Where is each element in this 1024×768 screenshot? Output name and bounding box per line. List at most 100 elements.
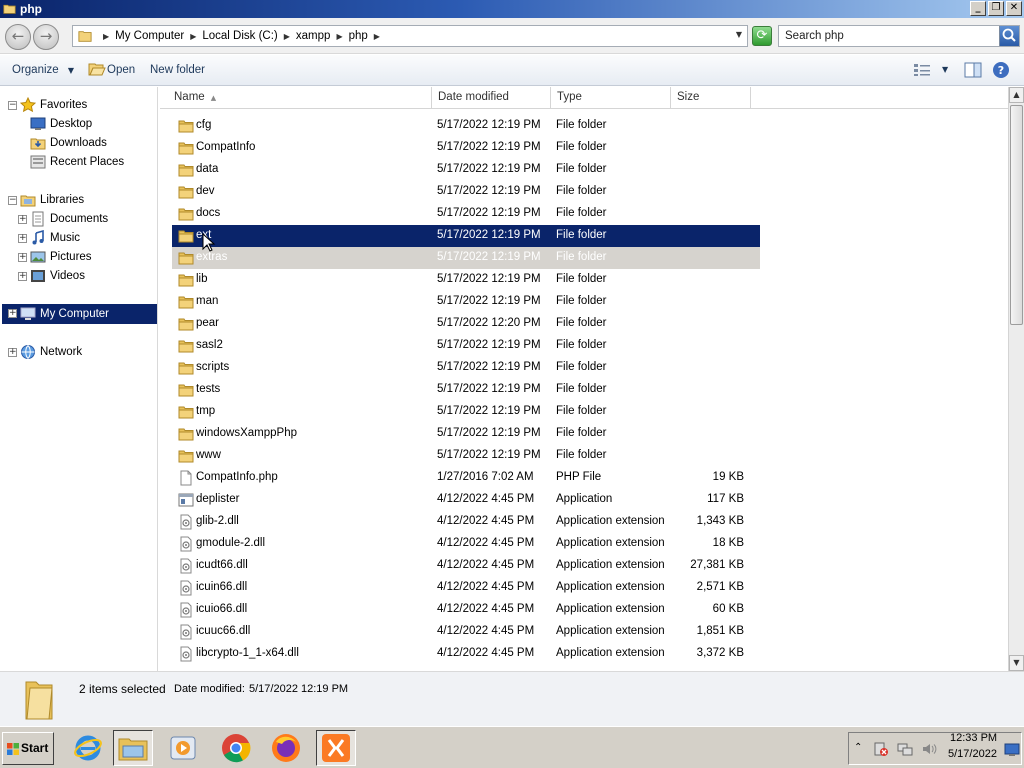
table-row[interactable]: www 5/17/2022 12:19 PM File folder [172, 445, 760, 467]
collapse-libraries[interactable]: − [8, 196, 17, 205]
chevron-down-icon[interactable]: ▼ [736, 30, 742, 39]
expand-videos[interactable]: + [18, 272, 27, 281]
table-row[interactable]: CompatInfo.php 1/27/2016 7:02 AM PHP File 1… [172, 467, 760, 489]
back-button[interactable]: ← [5, 24, 31, 50]
preview-pane-icon[interactable] [964, 62, 982, 78]
breadcrumb-php[interactable]: php [349, 30, 368, 42]
start-button[interactable]: Start [2, 732, 54, 765]
network-status-icon[interactable] [897, 741, 913, 757]
sidebar-item-desktop[interactable]: Desktop [30, 115, 92, 133]
chevron-right-icon[interactable]: ▶ [374, 32, 380, 41]
sidebar-item-downloads[interactable]: Downloads [30, 134, 107, 152]
sidebar-item-network[interactable]: Network [20, 343, 82, 361]
folder-icon [178, 206, 194, 222]
table-row[interactable]: tmp 5/17/2022 12:19 PM File folder [172, 401, 760, 423]
scrollbar-thumb[interactable] [1010, 105, 1023, 325]
table-row[interactable]: cfg 5/17/2022 12:19 PM File folder [172, 115, 760, 137]
refresh-button[interactable]: ⟳ [752, 26, 772, 46]
table-row[interactable]: windowsXamppPhp 5/17/2022 12:19 PM File fo… [172, 423, 760, 445]
file-size: 19 KB [712, 471, 744, 483]
expand-network[interactable]: + [8, 348, 17, 357]
view-options-icon[interactable] [913, 63, 931, 77]
table-row[interactable]: glib-2.dll 4/12/2022 4:45 PM Application e… [172, 511, 760, 533]
taskbar-internet-explorer[interactable] [68, 730, 108, 766]
table-row[interactable]: icuio66.dll 4/12/2022 4:45 PM Application … [172, 599, 760, 621]
expand-documents[interactable]: + [18, 215, 27, 224]
taskbar-media-player[interactable] [163, 730, 203, 766]
table-row[interactable]: icudt66.dll 4/12/2022 4:45 PM Application … [172, 555, 760, 577]
restore-button[interactable]: ❐ [988, 1, 1004, 16]
table-row[interactable]: data 5/17/2022 12:19 PM File folder [172, 159, 760, 181]
table-row[interactable]: libcrypto-1_1-x64.dll 4/12/2022 4:45 PM Ap… [172, 643, 760, 665]
clock-time[interactable]: 12:33 PM [950, 732, 997, 744]
minimize-button[interactable]: _ [970, 1, 986, 16]
column-header-name[interactable]: Name ▲ [168, 87, 432, 109]
table-row[interactable]: icuin66.dll 4/12/2022 4:45 PM Application … [172, 577, 760, 599]
table-row[interactable]: deplister 4/12/2022 4:45 PM Application 117… [172, 489, 760, 511]
sidebar-item-favorites[interactable]: Favorites [20, 96, 87, 114]
show-hidden-icons-icon[interactable]: ⌃ [854, 742, 862, 753]
table-row[interactable]: lib 5/17/2022 12:19 PM File folder [172, 269, 760, 291]
vertical-scrollbar[interactable]: ▲ ▼ [1008, 87, 1024, 671]
search-button[interactable] [999, 26, 1019, 46]
breadcrumb-my-computer[interactable]: My Computer [115, 30, 184, 42]
taskbar-windows-explorer[interactable] [113, 730, 153, 766]
column-header-type[interactable]: Type [551, 87, 671, 109]
scroll-down-button[interactable]: ▼ [1009, 655, 1024, 671]
forward-button[interactable]: → [33, 24, 59, 50]
volume-icon[interactable] [921, 741, 937, 757]
file-name: CompatInfo.php [196, 471, 278, 483]
organize-button[interactable]: Organize ▼ [12, 64, 74, 76]
sidebar-item-libraries[interactable]: Libraries [20, 191, 84, 209]
taskbar-chrome[interactable] [216, 730, 256, 766]
sidebar-item-recent-places[interactable]: Recent Places [30, 153, 124, 171]
taskbar-firefox[interactable] [266, 730, 306, 766]
open-button[interactable]: Open [107, 64, 135, 76]
sidebar-item-music[interactable]: Music [30, 229, 80, 247]
table-row[interactable]: CompatInfo 5/17/2022 12:19 PM File folder [172, 137, 760, 159]
search-box[interactable] [778, 25, 1020, 47]
table-row[interactable]: dev 5/17/2022 12:19 PM File folder [172, 181, 760, 203]
help-icon[interactable]: ? [992, 61, 1010, 79]
table-row[interactable]: gmodule-2.dll 4/12/2022 4:45 PM Applicatio… [172, 533, 760, 555]
clock-date[interactable]: 5/17/2022 [948, 748, 997, 760]
collapse-favorites[interactable]: − [8, 101, 17, 110]
table-row[interactable]: icuuc66.dll 4/12/2022 4:45 PM Application … [172, 621, 760, 643]
table-row[interactable]: sasl2 5/17/2022 12:19 PM File folder [172, 335, 760, 357]
table-row[interactable]: pear 5/17/2022 12:20 PM File folder [172, 313, 760, 335]
table-row[interactable]: scripts 5/17/2022 12:19 PM File folder [172, 357, 760, 379]
open-folder-icon [88, 63, 106, 76]
chevron-right-icon[interactable]: ▶ [336, 32, 342, 41]
new-folder-button[interactable]: New folder [150, 64, 205, 76]
column-header-size[interactable]: Size [671, 87, 751, 109]
scroll-up-button[interactable]: ▲ [1009, 87, 1024, 103]
star-icon [20, 97, 36, 113]
show-desktop-icon[interactable] [1004, 743, 1020, 757]
table-row[interactable]: tests 5/17/2022 12:19 PM File folder [172, 379, 760, 401]
expand-my-computer[interactable]: + [8, 309, 17, 318]
close-button[interactable]: ✕ [1006, 1, 1022, 16]
sidebar-item-my-computer[interactable]: My Computer [20, 305, 109, 323]
file-name: icuio66.dll [196, 603, 248, 615]
sidebar-item-pictures[interactable]: Pictures [30, 248, 92, 266]
action-center-icon[interactable] [873, 741, 889, 757]
table-row[interactable]: docs 5/17/2022 12:19 PM File folder [172, 203, 760, 225]
search-input[interactable] [785, 29, 995, 43]
column-header-date[interactable]: Date modified [432, 87, 551, 109]
table-row[interactable]: ext5/17/2022 12:19 PMFile folder [172, 225, 760, 247]
expand-pictures[interactable]: + [18, 253, 27, 262]
address-bar[interactable]: ▶ My Computer ▶ Local Disk (C:) ▶ xampp … [72, 25, 748, 47]
table-row[interactable]: extras 5/17/2022 12:19 PM File folder [172, 247, 760, 269]
breadcrumb-local-disk[interactable]: Local Disk (C:) [202, 30, 277, 42]
expand-music[interactable]: + [18, 234, 27, 243]
sidebar-item-documents[interactable]: Documents [30, 210, 108, 228]
breadcrumb-xampp[interactable]: xampp [296, 30, 331, 42]
taskbar-xampp[interactable] [316, 730, 356, 766]
chevron-right-icon[interactable]: ▶ [284, 32, 290, 41]
sidebar-item-videos[interactable]: Videos [30, 267, 85, 285]
chevron-right-icon[interactable]: ▶ [103, 32, 109, 41]
chevron-down-icon[interactable]: ▼ [942, 65, 948, 74]
chevron-right-icon[interactable]: ▶ [190, 32, 196, 41]
file-size: 1,343 KB [696, 515, 744, 527]
table-row[interactable]: man 5/17/2022 12:19 PM File folder [172, 291, 760, 313]
